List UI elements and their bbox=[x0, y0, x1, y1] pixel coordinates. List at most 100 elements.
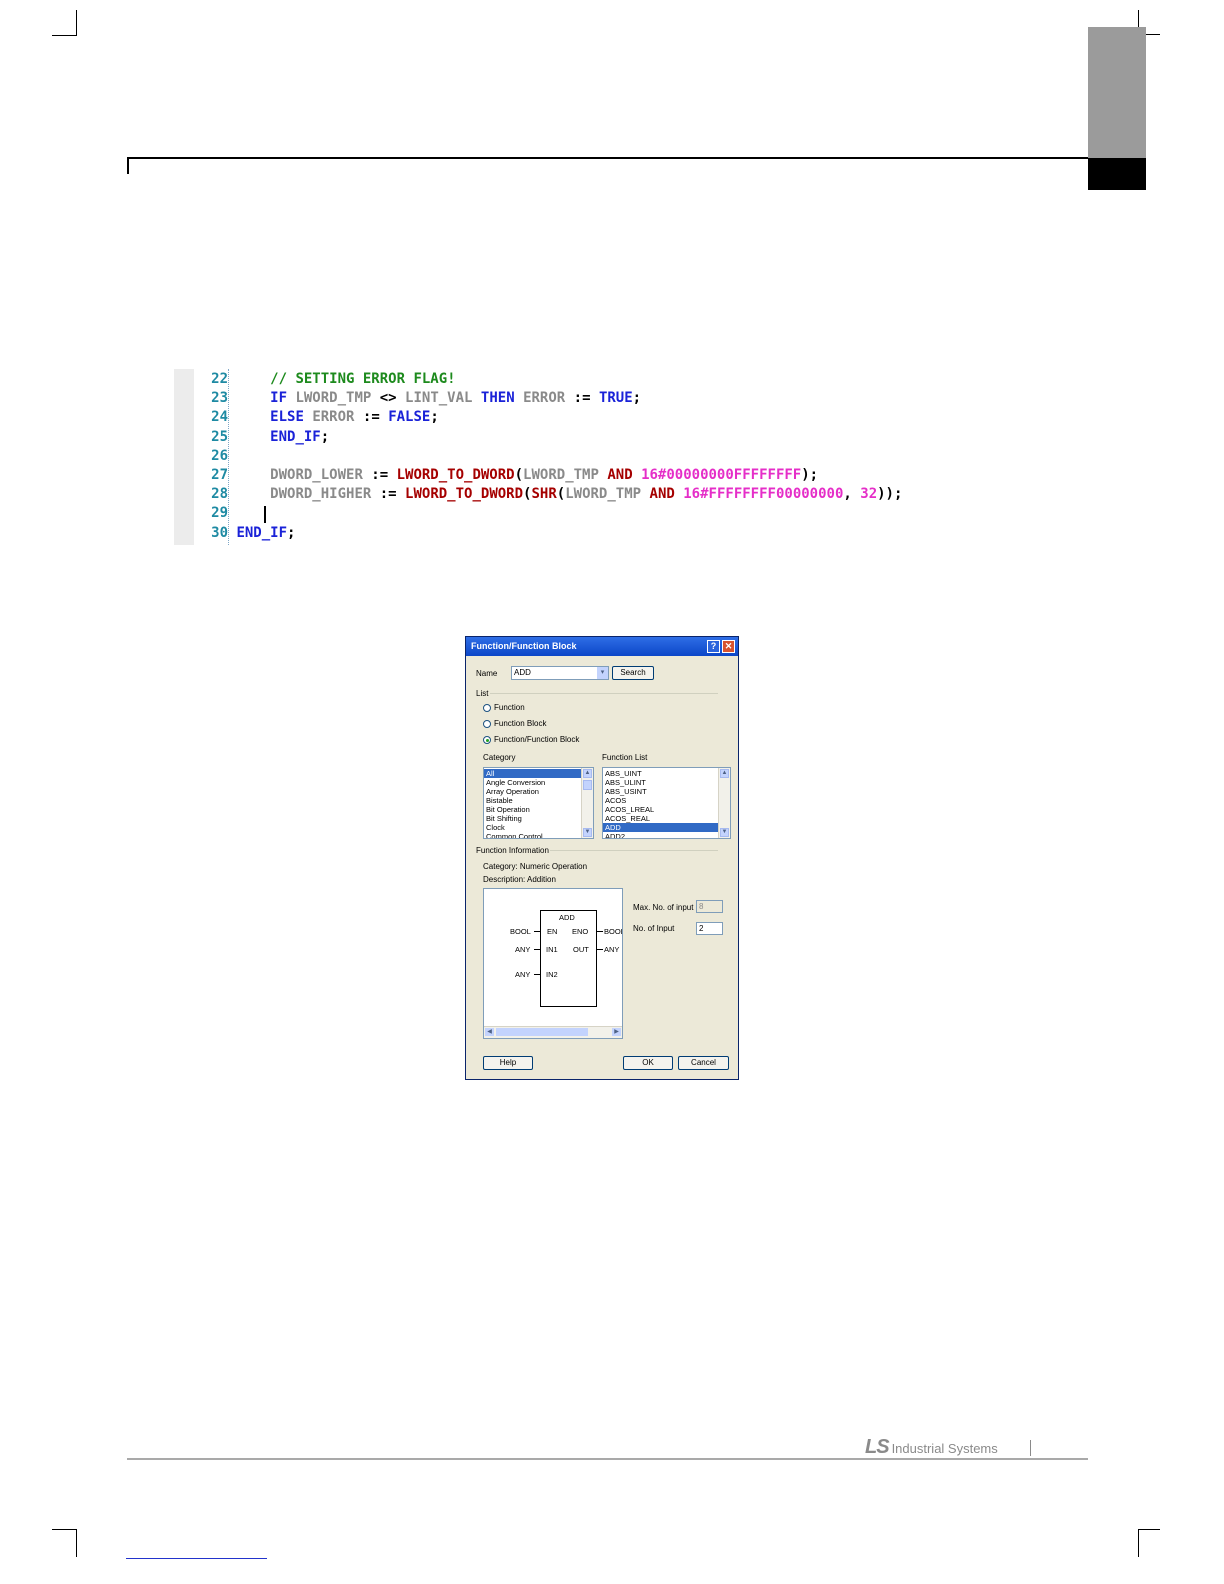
radio-function-function-block[interactable] bbox=[483, 736, 491, 744]
max-input-value: 8 bbox=[699, 902, 704, 911]
pin-out: OUT bbox=[573, 945, 589, 954]
category-item[interactable]: All bbox=[484, 769, 593, 778]
function-item[interactable]: ACOS_LREAL bbox=[603, 805, 730, 814]
search-button[interactable]: Search bbox=[612, 666, 654, 680]
help-icon[interactable]: ? bbox=[707, 640, 720, 653]
left-type-any-2: ANY bbox=[515, 970, 531, 979]
right-type-bool: BOOL bbox=[604, 927, 623, 936]
code-editor[interactable]: 22 // SETTING ERROR FLAG! 23 IF LWORD_TMP… bbox=[200, 370, 902, 543]
scroll-right-icon[interactable]: ▶ bbox=[612, 1028, 621, 1036]
code-line[interactable]: 25 END_IF; bbox=[200, 428, 902, 447]
code-token: <> bbox=[371, 390, 406, 407]
code-line[interactable]: 27 DWORD_LOWER := LWORD_TO_DWORD(LWORD_T… bbox=[200, 466, 902, 485]
block-name: ADD bbox=[559, 913, 575, 922]
radio-function-label: Function bbox=[494, 703, 525, 712]
code-token: AND bbox=[649, 486, 675, 503]
function-block-preview: ADD BOOL EN ENO BOOL ANY IN1 OUT ANY ANY… bbox=[483, 888, 623, 1039]
scroll-thumb[interactable] bbox=[583, 780, 592, 790]
function-list[interactable]: ABS_UINT ABS_ULINT ABS_USINT ACOS ACOS_LREAL… bbox=[602, 767, 731, 839]
code-line[interactable]: 28 DWORD_HIGHER := LWORD_TO_DWORD(SHR(LW… bbox=[200, 485, 902, 504]
category-item[interactable]: Bit Shifting bbox=[484, 814, 593, 823]
help-button[interactable]: Help bbox=[483, 1056, 533, 1070]
function-item[interactable]: ACOS_REAL bbox=[603, 814, 730, 823]
scroll-up-icon[interactable]: ▲ bbox=[720, 769, 729, 778]
close-icon[interactable]: ✕ bbox=[722, 640, 735, 653]
left-type-any: ANY bbox=[515, 945, 531, 954]
line-number: 28 bbox=[211, 486, 228, 503]
code-line[interactable]: 24 ELSE ERROR := FALSE; bbox=[200, 408, 902, 427]
category-info: Category: Numeric Operation bbox=[483, 862, 588, 871]
chevron-down-icon[interactable]: ▾ bbox=[597, 667, 608, 679]
ls-logo: LS Industrial Systems bbox=[865, 1436, 998, 1459]
no-input-field[interactable]: 2 bbox=[696, 922, 723, 935]
code-token: ; bbox=[632, 390, 642, 407]
code-line[interactable]: 22 // SETTING ERROR FLAG! bbox=[200, 370, 902, 389]
cancel-button[interactable]: Cancel bbox=[678, 1056, 729, 1070]
left-type-bool: BOOL bbox=[510, 927, 531, 936]
code-token: LINT_VAL bbox=[405, 390, 473, 407]
code-token: END_IF bbox=[270, 428, 321, 445]
radio-function[interactable] bbox=[483, 704, 491, 712]
ok-button[interactable]: OK bbox=[623, 1056, 673, 1070]
logo-text: Industrial Systems bbox=[891, 1441, 998, 1456]
code-token: LWORD_TMP bbox=[523, 466, 599, 483]
scroll-up-icon[interactable]: ▲ bbox=[583, 769, 592, 778]
function-item[interactable]: ACOS bbox=[603, 796, 730, 805]
info-group-line bbox=[550, 850, 718, 851]
code-token: LWORD_TMP bbox=[565, 486, 642, 503]
code-token: 16#00000000FFFFFFFF bbox=[641, 466, 802, 483]
no-input-value: 2 bbox=[699, 924, 704, 933]
category-item[interactable]: Bistable bbox=[484, 796, 593, 805]
code-token: , bbox=[843, 486, 861, 503]
radio-function-block[interactable] bbox=[483, 720, 491, 728]
function-item[interactable]: ADD2 bbox=[603, 832, 730, 838]
function-item[interactable]: ABS_ULINT bbox=[603, 778, 730, 787]
code-token: AND bbox=[607, 466, 633, 483]
category-scrollbar[interactable]: ▲ ▼ bbox=[581, 768, 593, 838]
function-block-box bbox=[540, 910, 597, 1007]
radio-function-function-block-label: Function/Function Block bbox=[494, 735, 580, 744]
code-line[interactable]: 23 IF LWORD_TMP <> LINT_VAL THEN ERROR :… bbox=[200, 389, 902, 408]
code-token: TRUE bbox=[598, 390, 633, 407]
function-item[interactable]: ADD bbox=[603, 823, 730, 832]
function-scrollbar[interactable]: ▲ ▼ bbox=[718, 768, 730, 838]
category-item[interactable]: Bit Operation bbox=[484, 805, 593, 814]
code-token: ; bbox=[430, 409, 439, 426]
crop-mark bbox=[76, 10, 77, 35]
chapter-tab-marker bbox=[1088, 158, 1146, 190]
function-block-dialog: Function/Function Block ? ✕ Name ADD ▾ S… bbox=[465, 636, 739, 1080]
scroll-thumb[interactable] bbox=[496, 1028, 588, 1036]
max-input-field: 8 bbox=[696, 900, 723, 913]
code-token: )); bbox=[877, 486, 903, 503]
code-line[interactable]: 26 bbox=[200, 447, 902, 466]
name-combobox[interactable]: ADD ▾ bbox=[511, 666, 609, 680]
code-line[interactable]: 29 bbox=[200, 504, 902, 523]
scroll-down-icon[interactable]: ▼ bbox=[720, 828, 729, 837]
crop-mark bbox=[52, 1529, 77, 1530]
scroll-down-icon[interactable]: ▼ bbox=[583, 828, 592, 837]
function-item[interactable]: ABS_USINT bbox=[603, 787, 730, 796]
category-item[interactable]: Array Operation bbox=[484, 787, 593, 796]
code-token: := bbox=[354, 409, 389, 426]
scroll-left-icon[interactable]: ◀ bbox=[485, 1028, 494, 1036]
code-token: ; bbox=[320, 428, 330, 445]
max-input-label: Max. No. of input bbox=[633, 903, 694, 912]
preview-hscrollbar[interactable]: ◀ ▶ bbox=[484, 1026, 622, 1038]
pin-en: EN bbox=[547, 927, 558, 936]
crop-mark bbox=[1138, 1529, 1160, 1530]
code-token: 32 bbox=[860, 486, 878, 503]
code-line[interactable]: 30 END_IF; bbox=[200, 524, 902, 543]
function-item[interactable]: ABS_UINT bbox=[603, 769, 730, 778]
right-type-any: ANY bbox=[604, 945, 620, 954]
category-item[interactable]: Angle Conversion bbox=[484, 778, 593, 787]
code-token: // SETTING ERROR FLAG! bbox=[270, 371, 456, 387]
code-token: SHR bbox=[531, 486, 557, 503]
category-item[interactable]: Clock bbox=[484, 823, 593, 832]
header-rule bbox=[127, 157, 1088, 159]
category-item[interactable]: Common Control bbox=[484, 832, 593, 838]
category-list[interactable]: All Angle Conversion Array Operation Bistab… bbox=[483, 767, 594, 839]
